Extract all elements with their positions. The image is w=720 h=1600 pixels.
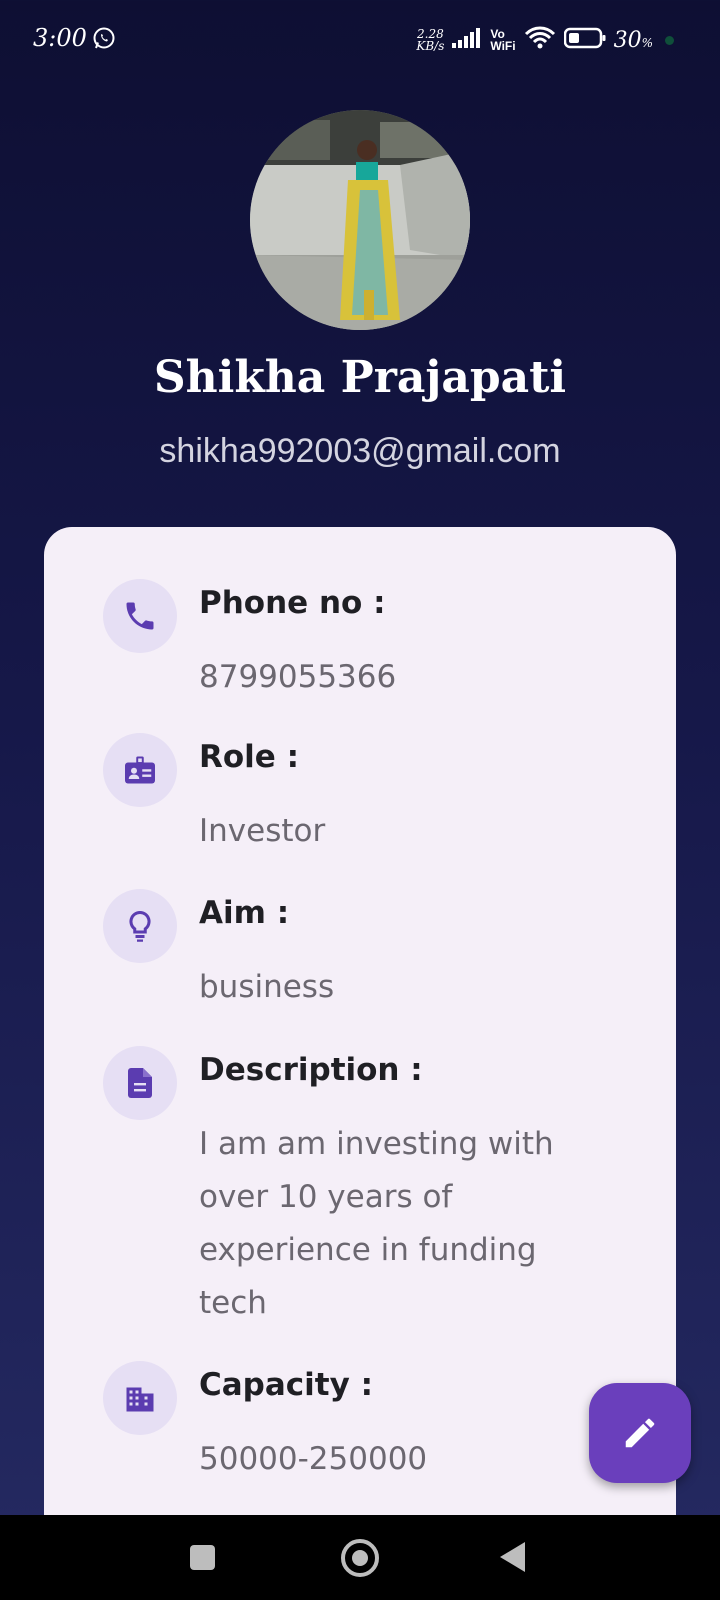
profile-details-card: Phone no : 8799055366 Role : Investor Ai…	[44, 527, 676, 1600]
edit-profile-button[interactable]	[589, 1383, 691, 1483]
document-icon	[103, 1046, 177, 1120]
network-speed-unit: KB/s	[416, 39, 445, 53]
detail-aim-label: Aim :	[199, 895, 290, 931]
whatsapp-icon	[92, 26, 116, 50]
battery-percent-value: 30	[613, 27, 642, 53]
battery-percent: 30%	[614, 28, 653, 53]
wifi-icon	[524, 26, 556, 54]
phone-icon	[103, 579, 177, 653]
battery-percent-sign: %	[641, 35, 653, 50]
profile-email: shikha992003@gmail.com	[159, 432, 561, 470]
detail-capacity-value: 50000-250000	[199, 1441, 428, 1477]
detail-phone-value: 8799055366	[199, 659, 397, 695]
signal-icon	[452, 27, 482, 53]
profile-avatar	[250, 110, 470, 330]
home-button-inner	[352, 1550, 368, 1566]
detail-aim-value: business	[199, 969, 335, 1005]
badge-icon	[103, 733, 177, 807]
recent-apps-button[interactable]	[190, 1545, 215, 1570]
network-speed: 2.28 KB/s	[416, 28, 444, 52]
status-icons: 2.28 KB/s Vo WiFi 30%	[416, 24, 674, 56]
battery-icon	[563, 27, 606, 53]
status-time: 3:00	[33, 24, 87, 52]
building-icon	[103, 1361, 177, 1435]
detail-description-value: I am am investing with over 10 years of …	[199, 1126, 554, 1321]
lightbulb-icon	[103, 889, 177, 963]
profile-name: Shikha Prajapati	[153, 352, 567, 403]
back-button[interactable]	[500, 1542, 525, 1572]
edit-pencil-icon	[625, 1418, 655, 1448]
detail-role-label: Role :	[199, 739, 300, 775]
home-button[interactable]	[341, 1539, 379, 1577]
system-nav-bar	[0, 1515, 720, 1600]
status-bar: 3:00 2.28 KB/s Vo WiFi 30%	[0, 0, 720, 80]
detail-capacity-label: Capacity :	[199, 1367, 373, 1403]
detail-phone-label: Phone no :	[199, 585, 386, 621]
detail-description-label: Description :	[199, 1052, 423, 1088]
wifi-label: WiFi	[490, 39, 516, 53]
vowifi-indicator: Vo WiFi	[490, 28, 515, 52]
privacy-indicator-dot	[665, 35, 674, 45]
detail-role-value: Investor	[199, 813, 326, 849]
